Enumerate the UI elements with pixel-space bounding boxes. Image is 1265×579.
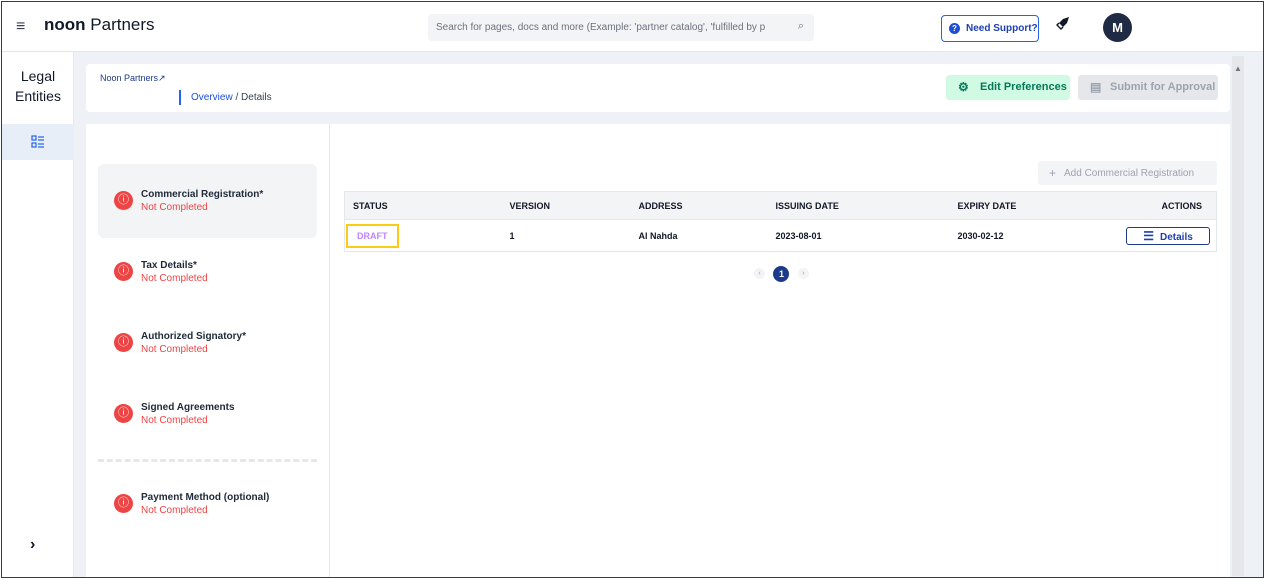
pagination: ‹ 1 › [754,265,809,282]
search-input[interactable]: Search for pages, docs and more (Example… [428,14,814,41]
app-window: ≡ noon Partners Search for pages, docs a… [1,1,1264,578]
column-header: ADDRESS [630,191,768,220]
rocket-icon[interactable] [1056,16,1070,34]
breadcrumb-separator: / [235,92,239,103]
main-panel: + Add Commercial Registration STATUS VER… [330,124,1230,577]
search-placeholder: Search for pages, docs and more (Example… [436,22,766,33]
support-label: Need Support? [966,23,1038,34]
rail-title: Legal Entities [2,66,74,106]
alert-icon: ⓘ [114,404,133,423]
table-header-row: STATUS VERSION ADDRESS ISSUING DATE EXPI… [344,191,1217,220]
menu-icon[interactable]: ≡ [16,18,25,36]
details-label: Details [1159,231,1193,243]
step-status: Not Completed [141,415,208,426]
step-title: Commercial Registration* [141,189,264,200]
step-title: Authorized Signatory* [141,331,247,342]
plus-icon: + [1049,166,1057,180]
issuing-date-cell: 2023-08-01 [767,219,950,252]
step-status: Not Completed [141,273,208,284]
column-header: EXPIRY DATE [949,191,1122,220]
alert-icon: ⓘ [114,494,133,513]
breadcrumb-current: Details [241,92,272,103]
address-cell: Al Nahda [630,219,768,252]
breadcrumb-overview-link[interactable]: Overview [191,92,233,103]
step-status: Not Completed [141,505,208,516]
submit-label: Submit for Approval [1110,81,1216,93]
external-link-icon: ↗ [158,73,166,83]
step-payment-method[interactable]: ⓘ Payment Method (optional) Not Complete… [98,467,317,541]
breadcrumb-root-link[interactable]: Noon Partners↗ [100,73,166,84]
brand-bold: noon [44,15,86,34]
edit-preferences-label: Edit Preferences [980,81,1067,93]
submit-for-approval-button[interactable]: ▤ Submit for Approval [1078,75,1218,100]
rail-title-line2: Entities [15,88,61,104]
step-title: Signed Agreements [141,402,235,413]
version-cell: 1 [501,219,631,252]
edit-preferences-button[interactable]: ⚙ Edit Preferences [946,75,1070,100]
expiry-date-cell: 2030-02-12 [949,219,1122,252]
add-button-label: Add Commercial Registration [1064,168,1195,179]
step-title: Tax Details* [141,260,197,271]
column-header: STATUS [344,191,502,220]
alert-icon: ⓘ [114,262,133,281]
rail-title-line1: Legal [20,68,56,84]
step-signed-agreements[interactable]: ⓘ Signed Agreements Not Completed [98,377,317,451]
registrations-table: STATUS VERSION ADDRESS ISSUING DATE EXPI… [344,191,1217,252]
step-status: Not Completed [141,202,208,213]
brand-light: Partners [90,15,155,34]
rail-item-details[interactable] [2,124,74,160]
need-support-button[interactable]: ? Need Support? [941,15,1039,42]
gear-icon: ⚙ [958,80,969,94]
step-title: Payment Method (optional) [141,492,270,503]
document-check-icon: ▤ [1090,80,1102,94]
step-commercial-registration[interactable]: ⓘ Commercial Registration* Not Completed [98,164,317,238]
alert-icon: ⓘ [114,191,133,210]
list-icon: ☰ [1143,228,1154,243]
scrollbar[interactable] [1232,56,1244,576]
brand-logo[interactable]: noon Partners [44,15,155,35]
current-page[interactable]: 1 [773,265,790,282]
table-row: DRAFT 1 Al Nahda 2023-08-01 2030-02-12 ☰… [344,219,1217,252]
step-authorized-signatory[interactable]: ⓘ Authorized Signatory* Not Completed [98,306,317,380]
breadcrumb-root-label: Noon Partners [100,73,159,83]
left-rail: Legal Entities › [2,52,74,577]
details-button[interactable]: ☰ Details [1126,226,1210,245]
column-header: ISSUING DATE [767,191,950,220]
search-icon[interactable]: ⌕ [798,20,804,33]
breadcrumb: Overview / Details [179,90,272,105]
page-header: Noon Partners↗ Overview / Details ⚙ Edit… [86,64,1230,112]
add-commercial-registration-button[interactable]: + Add Commercial Registration [1038,161,1217,185]
status-badge: DRAFT [346,223,399,248]
next-page-button[interactable]: › [797,268,809,280]
step-status: Not Completed [141,344,208,355]
top-bar: ≡ noon Partners Search for pages, docs a… [2,2,1263,52]
avatar[interactable]: M [1103,13,1132,42]
column-header: ACTIONS [1121,191,1217,220]
expand-rail-icon[interactable]: › [30,536,35,554]
list-details-icon [31,135,44,148]
steps-panel: ⓘ Commercial Registration* Not Completed… [86,124,330,577]
help-icon: ? [949,23,960,34]
prev-page-button[interactable]: ‹ [754,268,765,280]
alert-icon: ⓘ [114,333,133,352]
step-tax-details[interactable]: ⓘ Tax Details* Not Completed [98,235,317,309]
column-header: VERSION [501,191,631,220]
scroll-up-icon[interactable]: ▲ [1234,64,1242,73]
divider [98,459,317,462]
